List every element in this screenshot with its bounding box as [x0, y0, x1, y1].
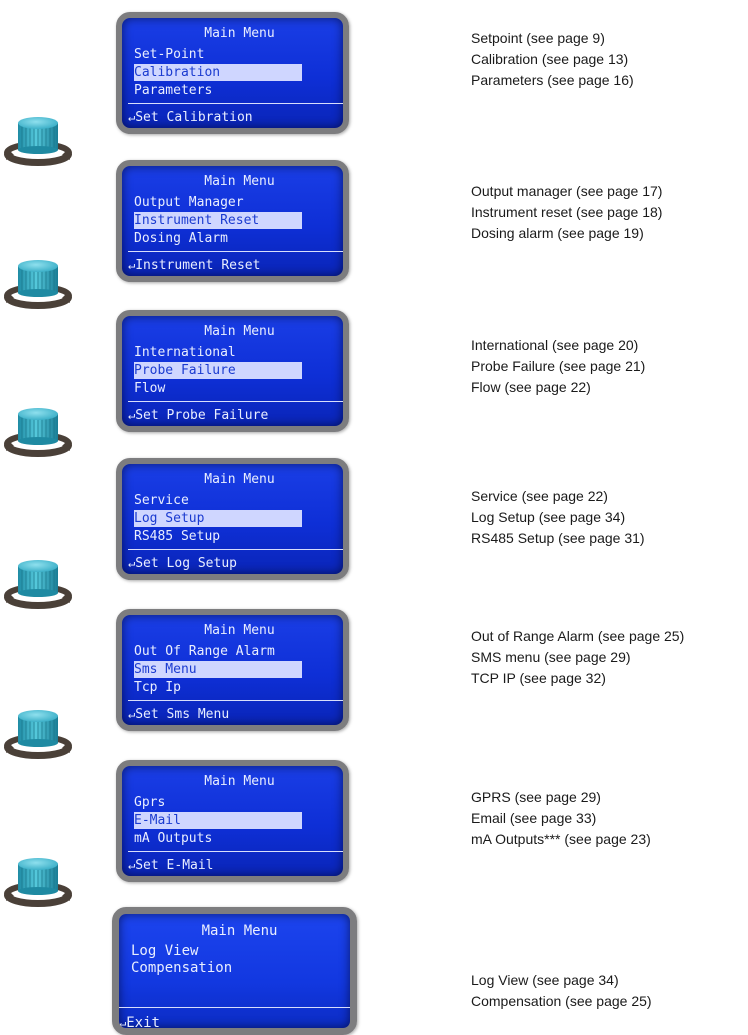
description-group-4: Service (see page 22) Log Setup (see pag… [471, 486, 645, 549]
description-group-1: Setpoint (see page 9) Calibration (see p… [471, 28, 634, 91]
menu-item-output-manager[interactable]: Output Manager [134, 194, 302, 211]
menu-title: Main Menu [204, 174, 275, 189]
description-line: Probe Failure (see page 21) [471, 358, 646, 374]
rotary-knob-icon[interactable] [4, 853, 72, 907]
menu-divider [128, 549, 343, 550]
menu-screen-6: Main Menu Gprs E-Mail mA Outputs ↵Set E-… [116, 760, 349, 882]
menu-item-probe-failure[interactable]: Probe Failure [134, 362, 302, 379]
description-group-2: Output manager (see page 17) Instrument … [471, 181, 662, 244]
menu-item-tcp-ip[interactable]: Tcp Ip [134, 679, 302, 696]
menu-item-calibration[interactable]: Calibration [134, 64, 302, 81]
menu-screen-3: Main Menu International Probe Failure Fl… [116, 310, 349, 432]
menu-divider [128, 700, 343, 701]
description-line: Setpoint (see page 9) [471, 30, 605, 46]
menu-screen-1: Main Menu Set-Point Calibration Paramete… [116, 12, 349, 134]
description-line: RS485 Setup (see page 31) [471, 530, 645, 546]
menu-screen-7: Main Menu Log View Compensation ↵Exit [112, 907, 357, 1035]
menu-footer: ↵Set Sms Menu [128, 706, 229, 723]
menu-item-dosing-alarm[interactable]: Dosing Alarm [134, 230, 302, 247]
menu-item-sms-menu[interactable]: Sms Menu [134, 661, 302, 678]
menu-footer: ↵Set Log Setup [128, 555, 237, 572]
footer-label[interactable]: Exit [126, 1015, 160, 1028]
description-group-3: International (see page 20) Probe Failur… [471, 335, 645, 398]
menu-item-flow[interactable]: Flow [134, 380, 302, 397]
footer-label: Set Log Setup [135, 556, 237, 571]
description-line: Flow (see page 22) [471, 379, 591, 395]
menu-title: Main Menu [204, 472, 275, 487]
description-line: Calibration (see page 13) [471, 51, 629, 67]
description-group-7: Log View (see page 34) Compensation (see… [471, 970, 652, 1012]
menu-item-log-view[interactable]: Log View [131, 943, 299, 960]
menu-title: Main Menu [204, 623, 275, 638]
description-line: TCP IP (see page 32) [471, 670, 606, 686]
description-line: Parameters (see page 16) [471, 72, 634, 88]
rotary-knob-icon[interactable] [4, 112, 72, 166]
menu-divider [128, 103, 343, 104]
description-line: Instrument reset (see page 18) [471, 204, 663, 220]
description-line: Log Setup (see page 34) [471, 509, 626, 525]
menu-item-set-point[interactable]: Set-Point [134, 46, 302, 63]
description-line: SMS menu (see page 29) [471, 649, 631, 665]
description-line: Log View (see page 34) [471, 972, 619, 988]
description-line: GPRS (see page 29) [471, 789, 601, 805]
rotary-knob-icon[interactable] [4, 555, 72, 609]
menu-item-ma-outputs[interactable]: mA Outputs [134, 830, 302, 847]
description-line: International (see page 20) [471, 337, 639, 353]
description-line: Dosing alarm (see page 19) [471, 225, 644, 241]
description-line: Compensation (see page 25) [471, 993, 652, 1009]
rotary-knob-icon[interactable] [4, 255, 72, 309]
menu-divider [128, 401, 343, 402]
menu-screen-5: Main Menu Out Of Range Alarm Sms Menu Tc… [116, 609, 349, 731]
footer-label: Instrument Reset [135, 258, 261, 273]
rotary-knob-icon[interactable] [4, 403, 72, 457]
description-group-6: GPRS (see page 29) Email (see page 33) m… [471, 787, 651, 850]
menu-item-international[interactable]: International [134, 344, 302, 361]
description-line: Out of Range Alarm (see page 25) [471, 628, 685, 644]
description-line: Email (see page 33) [471, 810, 597, 826]
menu-title: Main Menu [204, 774, 275, 789]
footer-label: Set Probe Failure [135, 408, 269, 423]
menu-footer: ↵Set E-Mail [128, 857, 214, 874]
description-line: mA Outputs*** (see page 23) [471, 831, 651, 847]
menu-item-gprs[interactable]: Gprs [134, 794, 302, 811]
menu-title: Main Menu [201, 923, 278, 939]
menu-item-instrument-reset[interactable]: Instrument Reset [134, 212, 302, 229]
menu-footer: ↵Set Probe Failure [128, 407, 268, 424]
menu-screen-2: Main Menu Output Manager Instrument Rese… [116, 160, 349, 282]
description-line: Output manager (see page 17) [471, 183, 663, 199]
menu-item-service[interactable]: Service [134, 492, 302, 509]
menu-screen-4: Main Menu Service Log Setup RS485 Setup … [116, 458, 349, 580]
menu-divider [119, 1007, 350, 1008]
menu-item-out-of-range-alarm[interactable]: Out Of Range Alarm [134, 643, 302, 660]
menu-item-rs485-setup[interactable]: RS485 Setup [134, 528, 302, 545]
menu-item-compensation[interactable]: Compensation [131, 960, 299, 977]
menu-item-e-mail[interactable]: E-Mail [134, 812, 302, 829]
footer-label: Set Calibration [135, 110, 253, 125]
menu-divider [128, 251, 343, 252]
menu-title: Main Menu [204, 26, 275, 41]
footer-label: Set E-Mail [135, 858, 214, 873]
description-group-5: Out of Range Alarm (see page 25) SMS men… [471, 626, 684, 689]
menu-divider [128, 851, 343, 852]
description-line: Service (see page 22) [471, 488, 608, 504]
footer-label: Set Sms Menu [135, 707, 230, 722]
menu-footer: ↵Set Calibration [128, 109, 253, 126]
menu-item-log-setup[interactable]: Log Setup [134, 510, 302, 527]
menu-footer: ↵Instrument Reset [128, 257, 260, 274]
menu-title: Main Menu [204, 324, 275, 339]
menu-footer: ↵Exit [119, 1015, 160, 1028]
menu-item-parameters[interactable]: Parameters [134, 82, 302, 99]
rotary-knob-icon[interactable] [4, 705, 72, 759]
